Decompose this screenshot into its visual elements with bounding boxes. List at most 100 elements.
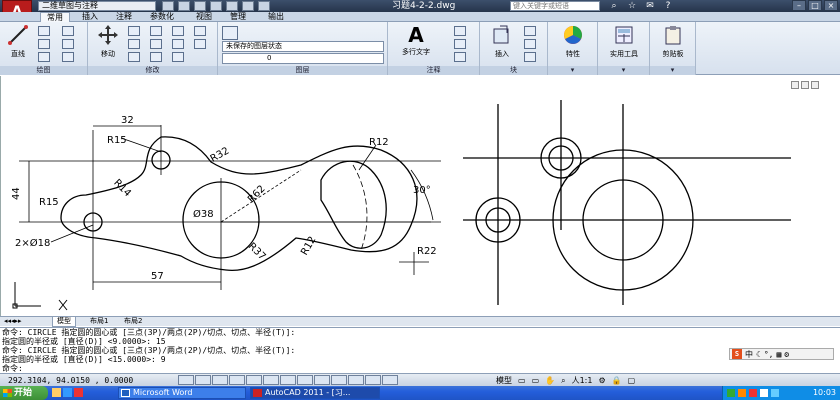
properties-button[interactable]: 特性 [554,24,592,59]
quick-launch-icon[interactable] [63,388,72,397]
search-input[interactable]: 键入关键字或短语 [510,1,600,11]
command-window[interactable]: 命令: CIRCLE 指定圆的圆心或 [三点(3P)/两点(2P)/切点、切点、… [0,327,840,373]
close-button[interactable]: × [824,0,838,11]
dyn-toggle[interactable] [314,375,330,385]
create-block-icon[interactable] [524,26,536,36]
fillet-icon[interactable] [150,39,162,49]
scale-icon[interactable] [150,52,162,62]
polyline-icon[interactable] [38,26,50,36]
tray-icon[interactable] [749,389,757,397]
tab-model[interactable]: 模型 [52,317,76,327]
panel-draw-label[interactable]: 绘图 [0,66,87,75]
tab-layout1[interactable]: 布局1 [86,317,112,327]
plot-icon[interactable] [258,1,270,11]
snap-toggle[interactable] [178,375,194,385]
clean-screen-icon[interactable]: ▢ [628,375,636,386]
subscription-icon[interactable]: ☆ [626,1,638,11]
osnap-toggle[interactable] [246,375,262,385]
qp-toggle[interactable] [365,375,381,385]
lwt-toggle[interactable] [331,375,347,385]
line-button[interactable]: 直线 [4,24,32,59]
tab-nav-arrows[interactable]: ◂◂◂▸▸ [4,317,22,326]
ime-mode-label[interactable]: 中 [745,350,753,359]
command-prompt[interactable]: 命令: [2,364,702,373]
workspace-selector[interactable]: 二维草图与注释 [38,1,156,11]
start-button[interactable]: 开始 [0,386,48,400]
panel-clipboard-label[interactable]: ▾ [650,66,695,75]
quick-view-layouts-icon[interactable]: ▭ [518,375,526,386]
array-icon[interactable] [172,52,184,62]
taskbar-item-autocad[interactable]: AutoCAD 2011 - [习... [250,387,380,399]
linear-dim-icon[interactable] [454,26,466,36]
maximize-button[interactable]: □ [808,0,822,11]
edit-attributes-icon[interactable] [524,52,536,62]
model-space-label[interactable]: 模型 [496,375,512,386]
zoom-icon[interactable]: ⌕ [561,375,565,386]
rectangle-icon[interactable] [62,26,74,36]
explode-icon[interactable] [172,39,184,49]
rotate-icon[interactable] [128,26,140,36]
pan-icon[interactable]: ✋ [545,375,555,386]
panel-annotation-label[interactable]: 注释 [388,66,479,75]
layer-dropdown[interactable]: 0 [222,53,384,64]
minimize-button[interactable]: – [792,0,806,11]
panel-properties-label[interactable]: ▾ [548,66,597,75]
search-icon[interactable]: ⌕ [608,1,620,11]
utilities-button[interactable]: 实用工具 [602,24,646,59]
redo-icon[interactable] [242,1,254,11]
undo-icon[interactable] [226,1,238,11]
save-icon[interactable] [194,1,206,11]
mtext-button[interactable]: A 多行文字 [394,24,438,57]
keyboard-icon[interactable]: ▦ [776,350,781,359]
annotation-scale[interactable]: 人1:1 [572,375,593,386]
stretch-icon[interactable] [128,52,140,62]
tray-icon[interactable] [760,389,768,397]
tray-icon[interactable] [727,389,735,397]
grid-toggle[interactable] [195,375,211,385]
mirror-icon[interactable] [128,39,140,49]
tab-view[interactable]: 视图 [190,12,218,22]
drawing-canvas[interactable]: 32 R15 R32 R12 44 R14 R62 30° R15 Ø38 R3… [0,76,840,316]
ducs-toggle[interactable] [297,375,313,385]
lock-icon[interactable]: 🔒 [612,375,622,386]
otrack-toggle[interactable] [280,375,296,385]
sogou-icon[interactable]: S [732,349,742,359]
tpy-toggle[interactable] [348,375,364,385]
edit-block-icon[interactable] [524,39,536,49]
insert-button[interactable]: 插入 [486,24,518,59]
panel-modify-label[interactable]: 修改 [88,66,217,75]
hatch-icon[interactable] [62,39,74,49]
ime-toolbar[interactable]: S 中 ☾ °, ▦ ⚙ [729,348,834,360]
communication-icon[interactable]: ✉ [644,1,656,11]
help-icon[interactable]: ? [662,1,674,11]
erase-icon[interactable] [172,26,184,36]
quick-view-drawings-icon[interactable]: ▭ [532,375,540,386]
tray-icon[interactable] [738,389,746,397]
table-icon[interactable] [454,52,466,62]
settings-icon[interactable]: ⚙ [784,350,789,359]
circle-icon[interactable] [38,39,50,49]
layer-state-dropdown[interactable]: 未保存的图层状态 [222,41,384,52]
3dosnap-toggle[interactable] [263,375,279,385]
offset-icon[interactable] [194,26,206,36]
copy-icon[interactable] [194,39,206,49]
panel-layers-label[interactable]: 图层 [218,66,387,75]
moon-icon[interactable]: ☾ [756,350,761,359]
ortho-toggle[interactable] [212,375,228,385]
workspace-switch-icon[interactable]: ⚙ [598,375,605,386]
punctuation-icon[interactable]: °, [764,350,774,359]
ellipse-icon[interactable] [62,52,74,62]
volume-icon[interactable] [771,389,779,397]
tab-home[interactable]: 常用 [40,12,70,22]
tab-layout2[interactable]: 布局2 [120,317,146,327]
tab-insert[interactable]: 插入 [76,12,104,22]
leader-icon[interactable] [454,39,466,49]
tab-parametric[interactable]: 参数化 [144,12,180,22]
tab-manage[interactable]: 管理 [224,12,252,22]
clipboard-button[interactable]: 剪贴板 [654,24,692,59]
open-file-icon[interactable] [178,1,190,11]
move-button[interactable]: 移动 [92,24,124,59]
arc-icon[interactable] [38,52,50,62]
sc-toggle[interactable] [382,375,398,385]
panel-block-label[interactable]: 块 [480,66,547,75]
